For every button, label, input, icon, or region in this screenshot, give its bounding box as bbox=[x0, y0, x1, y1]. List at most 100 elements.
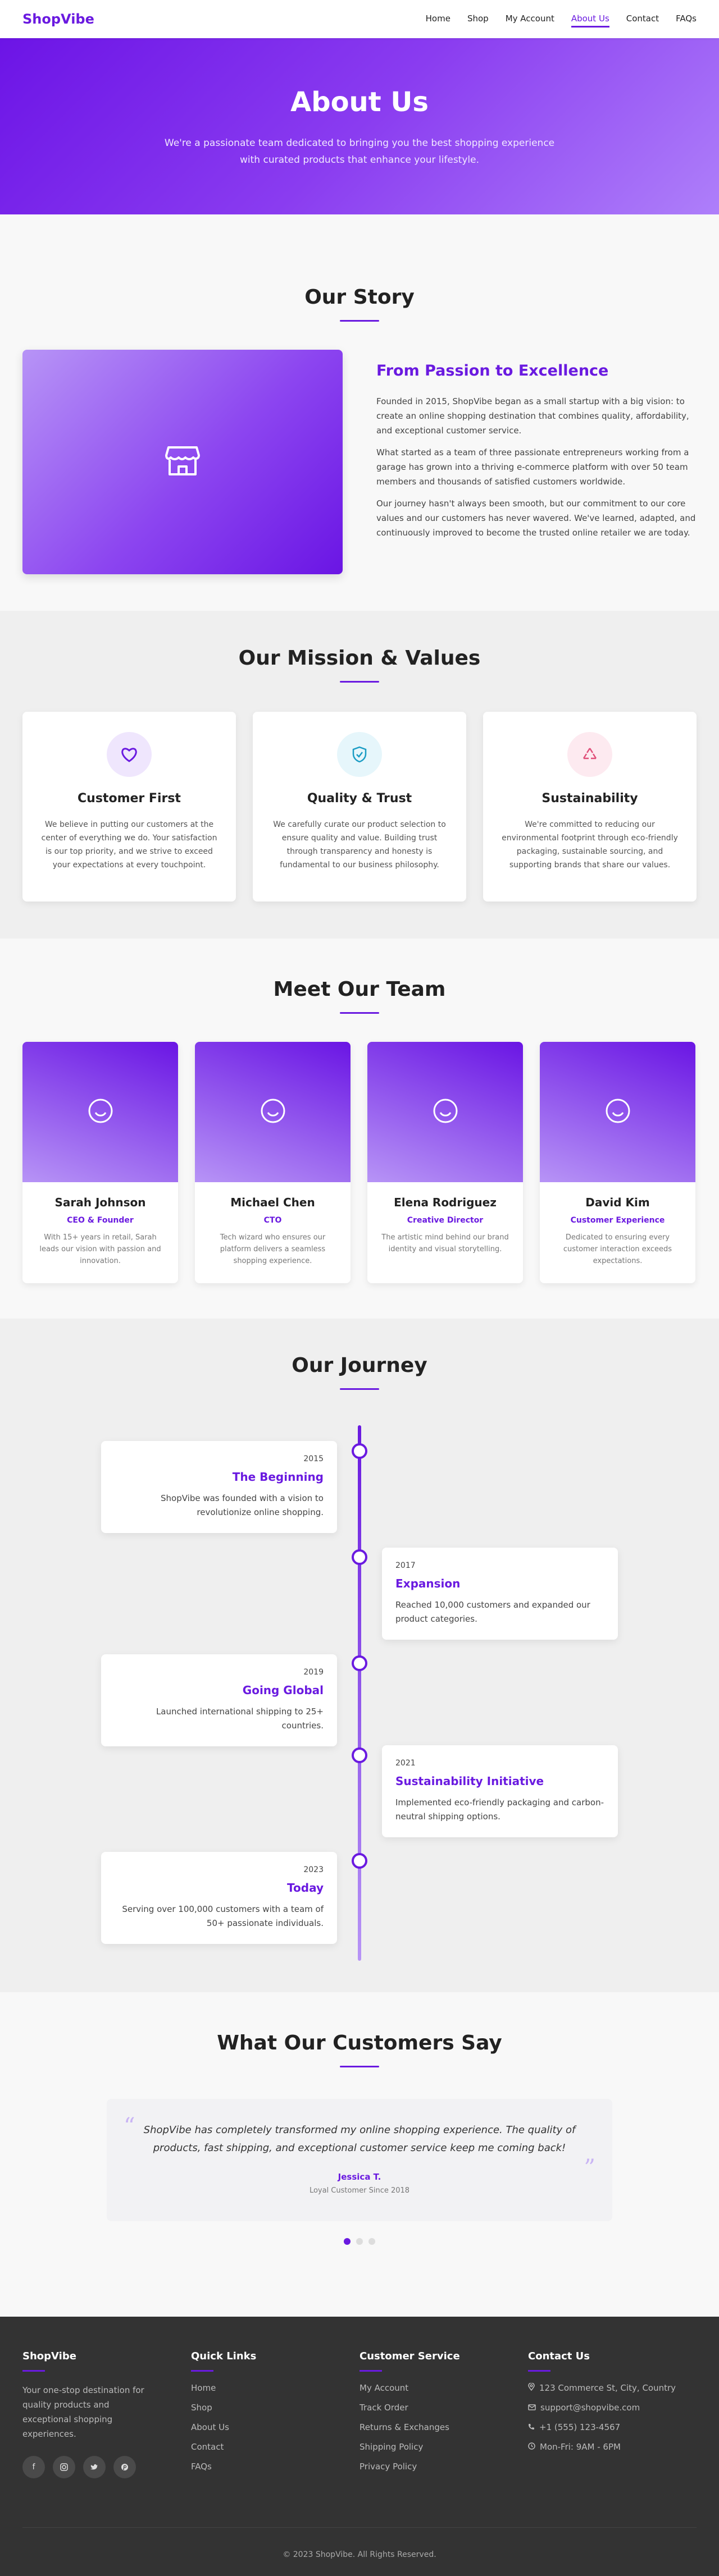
timeline-text: Serving over 100,000 customers with a te… bbox=[122, 1904, 324, 1928]
contact-address: 123 Commerce St, City, Country bbox=[528, 2382, 697, 2393]
carousel-dot[interactable] bbox=[344, 2238, 351, 2245]
title-underline bbox=[340, 1012, 379, 1014]
smile-icon bbox=[88, 1098, 113, 1126]
nav-faqs[interactable]: FAQs bbox=[676, 11, 697, 28]
testimonial-author-since: Loyal Customer Since 2018 bbox=[309, 2186, 410, 2195]
value-text: We carefully curate our product selectio… bbox=[273, 820, 446, 870]
map-pin-icon bbox=[528, 2382, 535, 2393]
timeline-card: 2021 Sustainability Initiative Implement… bbox=[382, 1745, 618, 1837]
story-paragraph: Our journey hasn't always been smooth, b… bbox=[376, 498, 696, 538]
member-bio: With 15+ years in retail, Sarah leads ou… bbox=[39, 1233, 161, 1265]
carousel-dot[interactable] bbox=[356, 2238, 363, 2245]
team-card: David Kim Customer Experience Dedicated … bbox=[540, 1042, 695, 1283]
avatar bbox=[367, 1042, 523, 1182]
section-title: Our Mission & Values bbox=[238, 647, 481, 670]
section-title: Meet Our Team bbox=[273, 978, 446, 1001]
journey-section: Our Journey 2015 The Beginning ShopVibe … bbox=[0, 1319, 719, 1992]
carousel-dot[interactable] bbox=[368, 2238, 375, 2245]
footer-underline bbox=[360, 2370, 382, 2372]
footer-underline bbox=[22, 2370, 45, 2372]
footer-link-shop[interactable]: Shop bbox=[191, 2403, 360, 2413]
section-title: What Our Customers Say bbox=[217, 2031, 502, 2055]
quote-open-icon: “ bbox=[124, 2113, 135, 2139]
section-title: Our Journey bbox=[292, 1354, 427, 1377]
footer-customer-service: Customer Service My Account Track Order … bbox=[360, 2350, 528, 2481]
value-text: We're committed to reducing our environm… bbox=[502, 820, 678, 870]
nav-home[interactable]: Home bbox=[426, 11, 450, 28]
member-role: Customer Experience bbox=[570, 1216, 665, 1225]
team-card: Michael Chen CTO Tech wizard who ensures… bbox=[195, 1042, 351, 1283]
mail-icon bbox=[528, 2403, 536, 2413]
value-title: Sustainability bbox=[541, 791, 638, 806]
facebook-icon[interactable]: f bbox=[22, 2456, 45, 2478]
store-icon bbox=[165, 445, 200, 479]
timeline-year: 2021 bbox=[395, 1759, 416, 1768]
timeline-text: Reached 10,000 customers and expanded ou… bbox=[395, 1600, 590, 1624]
twitter-icon[interactable] bbox=[83, 2456, 106, 2478]
timeline-dot bbox=[352, 1655, 367, 1671]
member-bio: The artistic mind behind our brand ident… bbox=[381, 1233, 509, 1253]
recycle-icon bbox=[567, 732, 612, 777]
phone-icon bbox=[528, 2422, 535, 2432]
site-footer: ShopVibe Your one-stop destination for q… bbox=[0, 2317, 719, 2576]
story-paragraph: Founded in 2015, ShopVibe began as a sma… bbox=[376, 396, 689, 436]
timeline-card: 2019 Going Global Launched international… bbox=[101, 1654, 337, 1746]
footer-underline bbox=[528, 2370, 550, 2372]
testimonial-card: “ ” ShopVibe has completely transformed … bbox=[107, 2099, 612, 2221]
copyright: © 2023 ShopVibe. All Rights Reserved. bbox=[22, 2527, 697, 2559]
member-role: Creative Director bbox=[407, 1216, 484, 1225]
timeline-card: 2023 Today Serving over 100,000 customer… bbox=[101, 1852, 337, 1944]
footer-brand: ShopVibe bbox=[22, 2350, 76, 2362]
timeline-card: 2015 The Beginning ShopVibe was founded … bbox=[101, 1441, 337, 1533]
timeline-text: Implemented eco-friendly packaging and c… bbox=[395, 1797, 604, 1822]
timeline-year: 2015 bbox=[303, 1454, 324, 1463]
timeline-title: The Beginning bbox=[232, 1470, 324, 1484]
nav-contact[interactable]: Contact bbox=[626, 11, 659, 28]
title-underline bbox=[340, 1388, 379, 1390]
footer-link-privacy-policy[interactable]: Privacy Policy bbox=[360, 2461, 528, 2472]
story-paragraph: What started as a team of three passiona… bbox=[376, 447, 689, 487]
section-title: Our Story bbox=[304, 286, 415, 309]
smile-icon bbox=[260, 1098, 286, 1126]
timeline-dot bbox=[352, 1747, 367, 1763]
story-heading: From Passion to Excellence bbox=[376, 362, 609, 379]
footer-brand-column: ShopVibe Your one-stop destination for q… bbox=[22, 2350, 191, 2481]
footer-heading: Contact Us bbox=[528, 2350, 590, 2362]
timeline-text: ShopVibe was founded with a vision to re… bbox=[161, 1493, 324, 1517]
footer-link-shipping-policy[interactable]: Shipping Policy bbox=[360, 2442, 528, 2452]
footer-about: Your one-stop destination for quality pr… bbox=[22, 2385, 144, 2439]
nav-about-us[interactable]: About Us bbox=[571, 11, 609, 28]
timeline-year: 2023 bbox=[303, 1865, 324, 1874]
logo[interactable]: ShopVibe bbox=[22, 11, 94, 27]
timeline-year: 2019 bbox=[303, 1668, 324, 1677]
footer-link-contact[interactable]: Contact bbox=[191, 2442, 360, 2452]
value-card-sustainability: Sustainability We're committed to reduci… bbox=[483, 712, 697, 902]
site-header: ShopVibe Home Shop My Account About Us C… bbox=[0, 0, 719, 38]
pinterest-icon[interactable] bbox=[113, 2456, 136, 2478]
footer-link-track-order[interactable]: Track Order bbox=[360, 2403, 528, 2413]
testimonial-quote: ShopVibe has completely transformed my o… bbox=[143, 2124, 576, 2154]
nav-shop[interactable]: Shop bbox=[467, 11, 489, 28]
member-bio: Tech wizard who ensures our platform del… bbox=[220, 1233, 326, 1265]
footer-link-my-account[interactable]: My Account bbox=[360, 2383, 528, 2393]
smile-icon bbox=[605, 1098, 631, 1126]
timeline-title: Expansion bbox=[395, 1577, 461, 1590]
instagram-icon[interactable] bbox=[53, 2456, 75, 2478]
title-underline bbox=[340, 2066, 379, 2067]
value-card-customer-first: Customer First We believe in putting our… bbox=[22, 712, 236, 902]
heart-icon bbox=[107, 732, 152, 777]
footer-link-faqs[interactable]: FAQs bbox=[191, 2461, 360, 2472]
timeline-dot bbox=[352, 1443, 367, 1459]
timeline-text: Launched international shipping to 25+ c… bbox=[156, 1706, 324, 1731]
footer-link-about-us[interactable]: About Us bbox=[191, 2422, 360, 2432]
member-bio: Dedicated to ensuring every customer int… bbox=[563, 1233, 672, 1265]
footer-link-home[interactable]: Home bbox=[191, 2383, 360, 2393]
footer-link-returns[interactable]: Returns & Exchanges bbox=[360, 2422, 528, 2432]
team-section: Meet Our Team Sarah Johnson CEO & Founde… bbox=[0, 939, 719, 1319]
member-name: David Kim bbox=[585, 1196, 650, 1209]
smile-icon bbox=[433, 1098, 458, 1126]
member-role: CTO bbox=[263, 1216, 282, 1225]
contact-phone[interactable]: +1 (555) 123-4567 bbox=[528, 2422, 697, 2432]
contact-email[interactable]: support@shopvibe.com bbox=[528, 2403, 697, 2413]
nav-my-account[interactable]: My Account bbox=[506, 11, 554, 28]
